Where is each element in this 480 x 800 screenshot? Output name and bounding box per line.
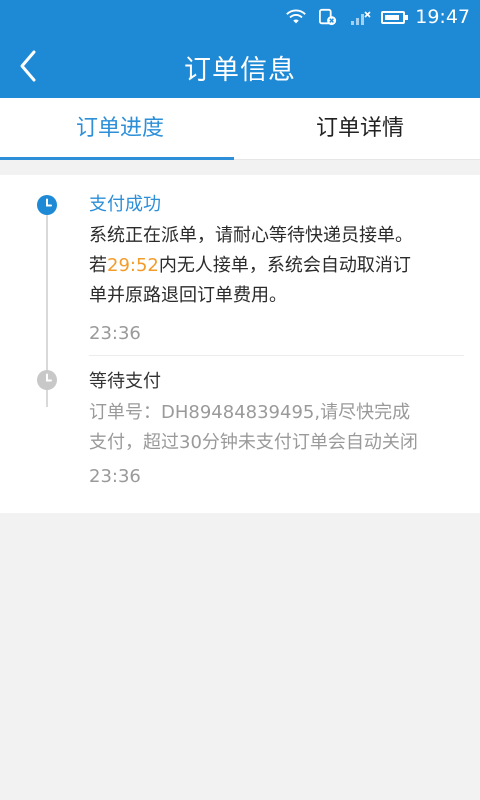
status-time: 19:47 bbox=[415, 6, 470, 28]
active-tab-indicator bbox=[0, 157, 234, 160]
timeline-item-title: 等待支付 bbox=[89, 371, 161, 392]
countdown-timer: 29:52 bbox=[107, 255, 159, 276]
order-timeline: 支付成功 系统正在派单，请耐心等待快递员接单。 若29:52内无人接单，系统会自… bbox=[0, 175, 480, 513]
clock-icon-active bbox=[37, 195, 57, 215]
wifi-icon bbox=[286, 9, 307, 24]
timeline-item-title: 支付成功 bbox=[89, 194, 161, 215]
page-title: 订单信息 bbox=[184, 55, 296, 86]
battery-icon bbox=[381, 10, 409, 24]
description-line: 支付，超过30分钟未支付订单会自动关闭 bbox=[89, 432, 418, 453]
signal-icon bbox=[351, 11, 371, 25]
status-bar: 19:47 bbox=[0, 0, 480, 34]
clock-icon-inactive bbox=[37, 370, 57, 390]
nav-bar: 订单信息 bbox=[0, 34, 480, 98]
description-prefix: 若 bbox=[89, 255, 107, 276]
description-line: 订单号：DH89484839495,请尽快完成 bbox=[89, 402, 411, 423]
timeline-item-time: 23:36 bbox=[89, 323, 141, 344]
description-line: 系统正在派单，请耐心等待快递员接单。 bbox=[89, 225, 413, 246]
description-line: 单并原路退回订单费用。 bbox=[89, 285, 287, 306]
description-line: 若29:52内无人接单，系统会自动取消订 bbox=[89, 251, 464, 281]
timeline-item-awaiting-payment: 等待支付 订单号：DH89484839495,请尽快完成 支付，超过30分钟未支… bbox=[89, 369, 464, 487]
timeline-item-description: 订单号：DH89484839495,请尽快完成 支付，超过30分钟未支付订单会自… bbox=[89, 398, 464, 458]
tab-order-progress[interactable]: 订单进度 bbox=[0, 98, 240, 160]
description-suffix: 内无人接单，系统会自动取消订 bbox=[158, 255, 411, 276]
tab-order-details[interactable]: 订单详情 bbox=[240, 98, 480, 160]
divider bbox=[89, 355, 464, 356]
tab-bar: 订单进度 订单详情 bbox=[0, 98, 480, 160]
timeline-item-description: 系统正在派单，请耐心等待快递员接单。 若29:52内无人接单，系统会自动取消订 … bbox=[89, 221, 464, 311]
timeline-item-payment-success: 支付成功 系统正在派单，请耐心等待快递员接单。 若29:52内无人接单，系统会自… bbox=[89, 192, 464, 344]
timeline-item-time: 23:36 bbox=[89, 466, 141, 487]
sim-disabled-icon bbox=[319, 8, 337, 26]
status-icons: 19:47 bbox=[285, 5, 470, 29]
